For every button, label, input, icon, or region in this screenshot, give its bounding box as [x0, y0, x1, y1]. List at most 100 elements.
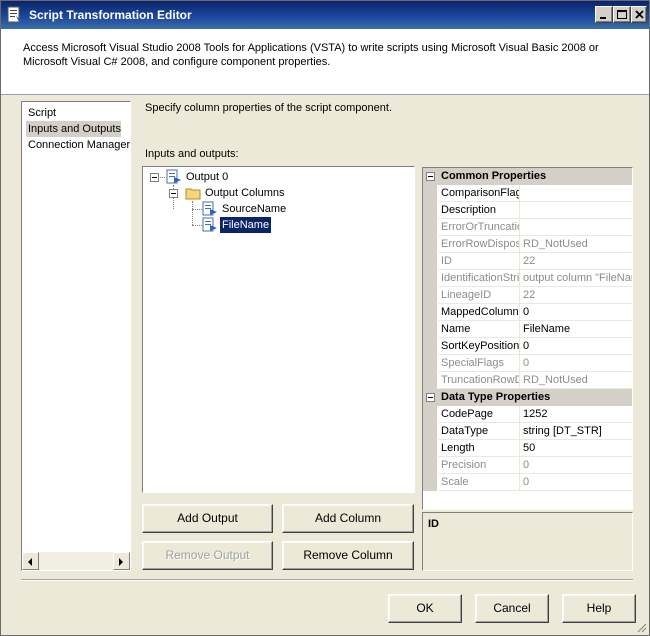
- collapse-icon[interactable]: [426, 172, 435, 181]
- property-name: Precision: [438, 457, 520, 474]
- folder-icon: [185, 185, 201, 201]
- property-gutter: [423, 321, 437, 338]
- property-description-pane: ID: [422, 512, 633, 571]
- collapse-icon[interactable]: [150, 173, 159, 182]
- property-value[interactable]: 50: [520, 440, 632, 457]
- property-gutter: [423, 202, 437, 219]
- property-row[interactable]: Precision 0: [423, 457, 632, 474]
- close-button[interactable]: [631, 6, 647, 23]
- property-value: 0: [520, 474, 632, 491]
- nav-horizontal-scrollbar[interactable]: [22, 552, 130, 570]
- property-gutter: [423, 423, 437, 440]
- property-description-title: ID: [428, 518, 439, 530]
- property-name: ErrorOrTruncationOperation: [438, 219, 520, 236]
- property-row[interactable]: TruncationRowDispositionRD_NotUsed: [423, 372, 632, 389]
- tree-node-output[interactable]: Output 0: [149, 169, 269, 185]
- add-column-button[interactable]: Add Column: [282, 504, 414, 533]
- property-row[interactable]: Name FileName: [423, 321, 632, 338]
- property-value[interactable]: string [DT_STR]: [520, 423, 632, 440]
- property-name: Name: [438, 321, 520, 338]
- property-row[interactable]: SortKeyPosition 0: [423, 338, 632, 355]
- property-gutter: [423, 457, 437, 474]
- maximize-button[interactable]: [613, 6, 631, 23]
- add-output-button[interactable]: Add Output: [142, 504, 273, 533]
- property-row[interactable]: ID 22: [423, 253, 632, 270]
- page-navigation-list[interactable]: Script Inputs and Outputs Connection Man…: [21, 101, 131, 571]
- collapse-icon[interactable]: [169, 189, 178, 198]
- instruction-text: Specify column properties of the script …: [145, 102, 393, 114]
- property-value[interactable]: FileName: [520, 321, 632, 338]
- tree-node-output-columns[interactable]: Output Columns: [168, 185, 328, 201]
- remove-output-label: Remove Output: [165, 548, 250, 562]
- property-name: TruncationRowDisposition: [438, 372, 520, 389]
- property-row[interactable]: ErrorOrTruncationOperation: [423, 219, 632, 236]
- inputs-outputs-label: Inputs and outputs:: [145, 148, 239, 160]
- resize-grip-icon[interactable]: [635, 621, 647, 633]
- property-gutter: [423, 304, 437, 321]
- property-row[interactable]: CodePage 1252: [423, 406, 632, 423]
- remove-output-button[interactable]: Remove Output: [142, 541, 273, 570]
- property-value[interactable]: [520, 185, 632, 202]
- collapse-icon[interactable]: [426, 393, 435, 402]
- minimize-button[interactable]: [595, 6, 613, 23]
- output-icon: [166, 169, 182, 185]
- property-gutter: [423, 372, 437, 389]
- tree-connector: [192, 209, 202, 210]
- property-value[interactable]: [520, 202, 632, 219]
- property-grid[interactable]: Common Properties ComparisonFlags Descrip…: [422, 167, 633, 510]
- property-row[interactable]: LineageID 22: [423, 287, 632, 304]
- property-value: [520, 219, 632, 236]
- property-name: ComparisonFlags: [438, 185, 520, 202]
- category-common-properties[interactable]: Common Properties: [423, 168, 632, 185]
- cancel-button[interactable]: Cancel: [475, 594, 549, 623]
- property-row[interactable]: ErrorRowDispositionRD_NotUsed: [423, 236, 632, 253]
- property-gutter: [423, 338, 437, 355]
- nav-item-inputs-and-outputs[interactable]: Inputs and Outputs: [26, 121, 121, 137]
- help-button[interactable]: Help: [562, 594, 636, 623]
- property-gutter: [423, 219, 437, 236]
- category-data-type-properties[interactable]: Data Type Properties: [423, 389, 632, 406]
- property-value: RD_NotUsed: [520, 236, 632, 253]
- property-value[interactable]: 1252: [520, 406, 632, 423]
- tree-label-column: SourceName: [222, 203, 287, 215]
- tree-connector: [192, 201, 193, 225]
- column-icon: [202, 201, 218, 217]
- tree-node-column-selected[interactable]: FileName: [202, 216, 322, 234]
- remove-column-label: Remove Column: [303, 548, 393, 562]
- property-name: Scale: [438, 474, 520, 491]
- tree-node-column[interactable]: SourceName: [202, 201, 322, 217]
- remove-column-button[interactable]: Remove Column: [282, 541, 414, 570]
- property-row[interactable]: DataType string [DT_STR]: [423, 423, 632, 440]
- ok-button[interactable]: OK: [388, 594, 462, 623]
- ok-label: OK: [416, 601, 434, 615]
- property-row[interactable]: Scale 0: [423, 474, 632, 491]
- tree-label-column: FileName: [218, 216, 273, 234]
- property-name: LineageID: [438, 287, 520, 304]
- title-bar[interactable]: Script Transformation Editor: [1, 1, 649, 29]
- property-gutter: [423, 270, 437, 287]
- nav-item-script[interactable]: Script: [26, 105, 56, 121]
- property-gutter: [423, 474, 437, 491]
- property-row[interactable]: IdentificationStringoutput column "FileN…: [423, 270, 632, 287]
- separator: [21, 579, 633, 581]
- property-row[interactable]: Length 50: [423, 440, 632, 457]
- scroll-right-button[interactable]: [113, 552, 130, 570]
- property-value[interactable]: 0: [520, 338, 632, 355]
- header-description: Access Microsoft Visual Studio 2008 Tool…: [23, 42, 599, 68]
- property-gutter: [423, 440, 437, 457]
- property-gutter: [423, 253, 437, 270]
- property-row[interactable]: ComparisonFlags: [423, 185, 632, 202]
- property-gutter: [423, 406, 437, 423]
- property-value: output column "FileName": [520, 270, 632, 287]
- property-row[interactable]: Description: [423, 202, 632, 219]
- nav-item-connection-managers[interactable]: Connection Managers: [26, 137, 130, 153]
- scroll-left-button[interactable]: [22, 552, 39, 570]
- column-icon: [202, 217, 218, 233]
- category-label: Data Type Properties: [441, 391, 551, 403]
- property-value: 0: [520, 355, 632, 372]
- property-row[interactable]: MappedColumnID0: [423, 304, 632, 321]
- inputs-outputs-tree[interactable]: Output 0 Output Columns SourceName FileN…: [142, 166, 415, 493]
- property-name: Length: [438, 440, 520, 457]
- property-row[interactable]: SpecialFlags 0: [423, 355, 632, 372]
- property-value[interactable]: 0: [520, 304, 632, 321]
